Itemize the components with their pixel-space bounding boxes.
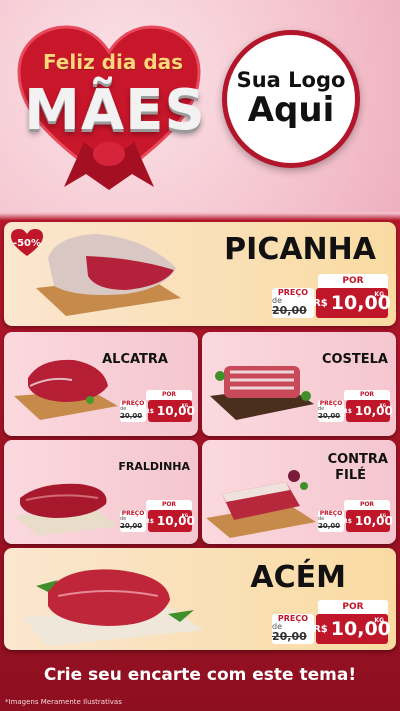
unit-label: KG <box>181 513 188 518</box>
price-tag: POR PREÇO de 20,00 R$ 10,00 KG <box>318 498 394 538</box>
new-price-box: R$ 10,00 KG <box>343 400 393 422</box>
new-price-box: R$ 10,00 KG <box>343 510 393 532</box>
contra-file-image <box>204 462 320 542</box>
preco-label: PREÇO <box>277 613 309 623</box>
old-price: de 20,00 <box>318 516 341 530</box>
product-name: FRALDINHA <box>118 460 190 473</box>
new-price-box: R$ 10,00 KG <box>313 614 391 644</box>
old-price-box: PREÇO de 20,00 <box>272 288 314 318</box>
product-card-costela[interactable]: COSTELA POR PREÇO de 20,00 R$ 10,00 KG <box>202 332 396 436</box>
product-card-alcatra[interactable]: ALCATRA POR PREÇO de 20,00 R$ 10,00 KG <box>4 332 198 436</box>
new-price-box: R$ 10,00 KG <box>145 510 195 532</box>
cta-text[interactable]: Crie seu encarte com este tema! <box>0 655 400 695</box>
por-label: POR <box>318 274 388 288</box>
product-card-picanha[interactable]: -50% PICANHA POR PREÇO de 20,00 R$ 10,00… <box>4 222 396 326</box>
header-banner: Feliz dia das MÃES Sua Logo Aqui <box>0 0 400 212</box>
product-name-line2: FILÉ <box>335 468 366 483</box>
currency-label: R$ <box>145 517 154 525</box>
currency-label: R$ <box>145 407 154 415</box>
currency-label: R$ <box>313 297 328 309</box>
old-price: de 20,00 <box>120 516 143 530</box>
por-label: POR <box>344 390 390 400</box>
costela-image <box>206 346 318 430</box>
new-price: 10,00 <box>354 404 393 418</box>
unit-label: KG <box>181 403 188 408</box>
old-price: de 20,00 <box>120 406 143 420</box>
currency-label: R$ <box>343 407 352 415</box>
price-tag: POR PREÇO de 20,00 R$ 10,00 KG <box>318 388 394 428</box>
greeting-text: Feliz dia das <box>42 50 184 74</box>
product-name-line1: CONTRA <box>327 452 388 467</box>
currency-label: R$ <box>313 623 328 635</box>
old-price-box: PREÇO de 20,00 <box>120 400 146 422</box>
currency-label: R$ <box>343 517 352 525</box>
por-label: POR <box>146 500 192 510</box>
preco-label: PREÇO <box>277 287 309 297</box>
new-price: 10,00 <box>156 514 195 528</box>
price-tag: POR PREÇO de 20,00 R$ 10,00 KG <box>120 388 196 428</box>
price-tag: POR PREÇO de 20,00 R$ 10,00 KG <box>272 598 392 650</box>
logo-placeholder[interactable]: Sua Logo Aqui <box>222 30 360 168</box>
new-price-box: R$ 10,00 KG <box>145 400 195 422</box>
old-price-box: PREÇO de 20,00 <box>272 614 314 644</box>
product-name: PICANHA <box>224 232 376 267</box>
product-name: ACÉM <box>250 560 346 595</box>
logo-text-line1: Sua Logo <box>236 68 346 93</box>
unit-label: KG <box>374 291 384 298</box>
acem-image <box>18 556 208 648</box>
old-price: de 20,00 <box>272 621 307 644</box>
disclaimer-text: *Imagens Meramente Ilustrativas <box>5 698 122 706</box>
unit-label: KG <box>379 403 386 408</box>
new-price: 10,00 <box>156 404 195 418</box>
product-card-contra-file[interactable]: CONTRA FILÉ POR PREÇO de 20,00 R$ 10,00 … <box>202 440 396 544</box>
unit-label: KG <box>374 617 384 624</box>
por-label: POR <box>344 500 390 510</box>
new-price-box: R$ 10,00 KG <box>313 288 391 318</box>
new-price: 10,00 <box>354 514 393 528</box>
product-name: COSTELA <box>321 352 388 367</box>
por-label: POR <box>318 600 388 614</box>
old-price-box: PREÇO de 20,00 <box>120 510 146 532</box>
picanha-image <box>26 228 186 320</box>
fraldinha-image <box>10 464 122 540</box>
price-tag: POR PREÇO de 20,00 R$ 10,00 KG <box>272 270 392 322</box>
unit-label: KG <box>379 513 386 518</box>
logo-text-line2: Aqui <box>247 90 335 131</box>
product-card-acem[interactable]: ACÉM POR PREÇO de 20,00 R$ 10,00 KG <box>4 548 396 650</box>
por-label: POR <box>146 390 192 400</box>
old-price: de 20,00 <box>272 295 307 318</box>
old-price-box: PREÇO de 20,00 <box>318 400 344 422</box>
old-price: de 20,00 <box>318 406 341 420</box>
product-name: ALCATRA <box>102 352 168 367</box>
product-card-fraldinha[interactable]: FRALDINHA POR PREÇO de 20,00 R$ 10,00 KG <box>4 440 198 544</box>
old-price-box: PREÇO de 20,00 <box>318 510 344 532</box>
price-tag: POR PREÇO de 20,00 R$ 10,00 KG <box>120 498 196 538</box>
page-title: MÃES <box>24 78 206 143</box>
